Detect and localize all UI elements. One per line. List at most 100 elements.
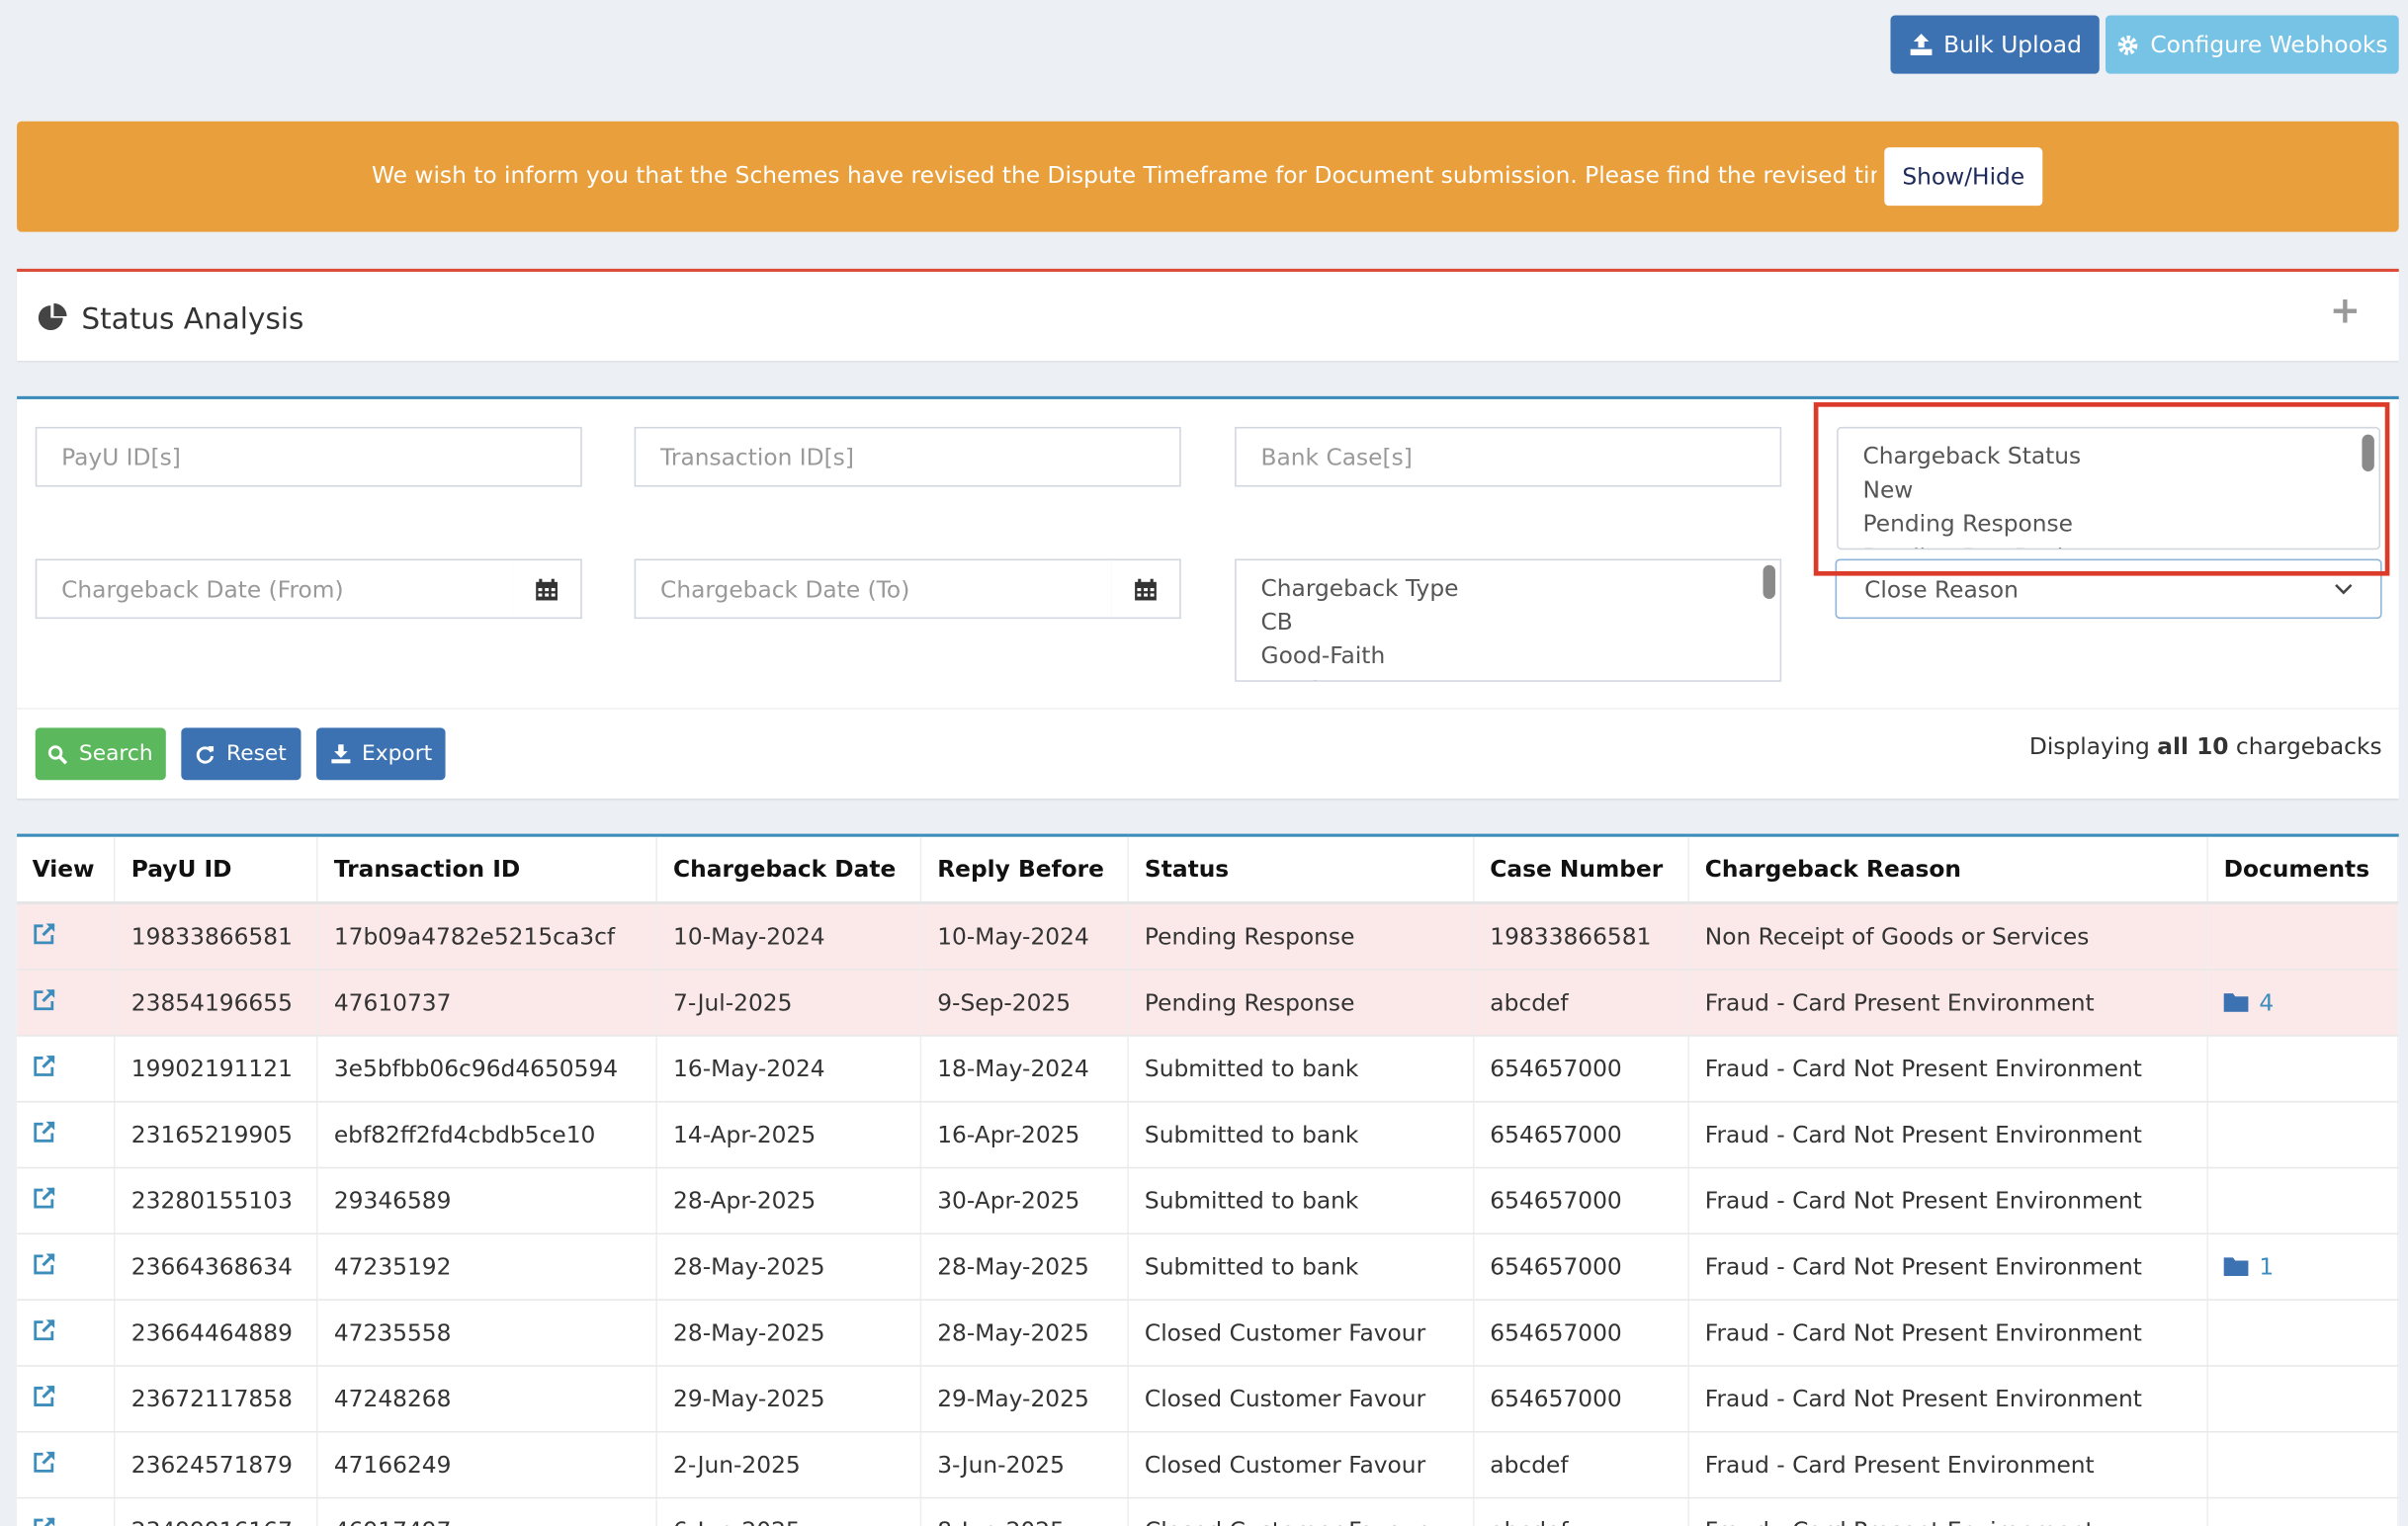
search-button[interactable]: Search <box>35 727 166 781</box>
cell-reply-before: 29-May-2025 <box>920 1365 1130 1433</box>
reset-label: Reset <box>226 741 287 767</box>
column-header[interactable]: Documents <box>2207 836 2399 905</box>
documents-count: 4 <box>2259 988 2275 1017</box>
column-header[interactable]: Status <box>1128 836 1475 905</box>
cell-case-number: 654657000 <box>1473 1300 1690 1367</box>
chargeback-type-select[interactable]: Chargeback Type CB Good-Faith Pre-Comp <box>1235 558 1782 682</box>
bank-cases-field[interactable] <box>1235 426 1782 487</box>
table-row: 23672117858 47248268 29-May-2025 29-May-202… <box>17 1365 2399 1433</box>
cell-status: Pending Response <box>1128 902 1475 971</box>
cell-status: Closed Customer Favour <box>1128 1365 1475 1433</box>
chargeback-type-option[interactable]: CB <box>1261 605 1756 638</box>
transaction-ids-field[interactable] <box>634 426 1181 487</box>
cell-cb-date: 29-May-2025 <box>656 1365 922 1433</box>
external-link-icon <box>34 1187 55 1209</box>
date-to-calendar-button[interactable] <box>1111 558 1181 620</box>
view-cell[interactable] <box>17 1431 117 1499</box>
cell-reply-before: 10-May-2024 <box>920 902 1130 971</box>
column-header[interactable]: Transaction ID <box>317 836 658 905</box>
chargeback-type-option[interactable]: Pre-Comp <box>1261 672 1756 681</box>
view-cell[interactable] <box>17 1365 117 1433</box>
chargeback-type-option[interactable]: Chargeback Type <box>1261 571 1756 605</box>
date-to-input[interactable] <box>656 573 1091 605</box>
documents-cell[interactable]: 4 <box>2207 970 2399 1037</box>
cell-status: Closed Customer Favour <box>1128 1300 1475 1367</box>
bulk-upload-button[interactable]: Bulk Upload <box>1890 15 2100 74</box>
cell-status: Pending Response <box>1128 970 1475 1037</box>
column-header[interactable]: Chargeback Date <box>656 836 922 905</box>
result-count-prefix: Displaying <box>2028 732 2158 761</box>
table-row: 19902191121 3e5bfbb06c96d4650594 16-May-20… <box>17 1035 2399 1103</box>
date-from-input[interactable] <box>58 573 492 605</box>
show-hide-button[interactable]: Show/Hide <box>1884 147 2043 207</box>
cell-reason: Non Receipt of Goods or Services <box>1688 902 2209 971</box>
view-cell[interactable] <box>17 1300 117 1367</box>
view-cell[interactable] <box>17 1167 117 1235</box>
cell-reply-before: 28-May-2025 <box>920 1300 1130 1367</box>
external-link-icon <box>34 1517 55 1526</box>
bank-cases-input[interactable] <box>1257 441 1759 472</box>
notice-text: We wish to inform you that the Schemes h… <box>371 161 1877 190</box>
cell-payu-id: 23280155103 <box>115 1167 319 1235</box>
external-link-icon <box>34 988 55 1011</box>
cell-payu-id: 19833866581 <box>115 902 319 971</box>
documents-cell[interactable] <box>2207 1300 2399 1367</box>
documents-link[interactable]: 1 <box>2223 1252 2275 1281</box>
view-cell[interactable] <box>17 1101 117 1169</box>
cell-reply-before: 30-Apr-2025 <box>920 1167 1130 1235</box>
documents-cell[interactable] <box>2207 1497 2399 1526</box>
date-from-field[interactable] <box>35 558 515 620</box>
column-header[interactable]: View <box>17 836 117 905</box>
cell-case-number: 19833866581 <box>1473 902 1690 971</box>
transaction-ids-input[interactable] <box>656 441 1159 472</box>
view-cell[interactable] <box>17 970 117 1037</box>
view-cell[interactable] <box>17 1035 117 1103</box>
documents-count: 1 <box>2259 1252 2275 1281</box>
show-hide-label: Show/Hide <box>1902 162 2025 191</box>
calendar-icon <box>1135 577 1157 600</box>
date-from-calendar-button[interactable] <box>512 558 582 620</box>
export-label: Export <box>361 741 433 767</box>
column-header[interactable]: Case Number <box>1473 836 1690 905</box>
reset-button[interactable]: Reset <box>181 727 301 781</box>
column-header[interactable]: Reply Before <box>920 836 1130 905</box>
configure-webhooks-button[interactable]: Configure Webhooks <box>2105 15 2399 74</box>
view-cell[interactable] <box>17 1497 117 1526</box>
table-row: 23664464889 47235558 28-May-2025 28-May-202… <box>17 1300 2399 1367</box>
external-link-icon <box>34 1121 55 1143</box>
table-row: 23165219905 ebf82ff2fd4cbdb5ce10 14-Apr-20… <box>17 1101 2399 1169</box>
cell-cb-date: 2-Jun-2025 <box>656 1431 922 1499</box>
cell-txn-id: 47610737 <box>317 970 658 1037</box>
cell-reason: Fraud - Card Not Present Environment <box>1688 1300 2209 1367</box>
documents-cell[interactable] <box>2207 1167 2399 1235</box>
cell-txn-id: 47248268 <box>317 1365 658 1433</box>
cell-cb-date: 16-May-2024 <box>656 1035 922 1103</box>
view-cell[interactable] <box>17 1233 117 1301</box>
cell-case-number: abcdef <box>1473 970 1690 1037</box>
view-cell[interactable] <box>17 902 117 971</box>
chargeback-type-option[interactable]: Good-Faith <box>1261 638 1756 672</box>
column-header[interactable]: Chargeback Reason <box>1688 836 2209 905</box>
payu-ids-input[interactable] <box>58 441 559 472</box>
documents-cell[interactable] <box>2207 1365 2399 1433</box>
payu-ids-field[interactable] <box>35 426 582 487</box>
documents-cell[interactable]: 1 <box>2207 1233 2399 1301</box>
chargeback-type-scrollbar[interactable] <box>1763 564 1775 599</box>
date-to-field[interactable] <box>634 558 1114 620</box>
documents-cell[interactable] <box>2207 1101 2399 1169</box>
documents-cell[interactable] <box>2207 1035 2399 1103</box>
documents-cell[interactable] <box>2207 1431 2399 1499</box>
cell-reply-before: 28-May-2025 <box>920 1233 1130 1301</box>
export-button[interactable]: Export <box>316 727 446 781</box>
external-link-icon <box>34 923 55 945</box>
cell-cb-date: 7-Jul-2025 <box>656 970 922 1037</box>
documents-link[interactable]: 4 <box>2223 988 2275 1017</box>
expand-icon[interactable]: + <box>2328 291 2362 330</box>
cell-payu-id: 19902191121 <box>115 1035 319 1103</box>
table-header-row: View PayU ID Transaction ID Chargeback D… <box>17 836 2399 905</box>
documents-cell[interactable] <box>2207 902 2399 971</box>
cell-payu-id: 23624571879 <box>115 1431 319 1499</box>
column-header[interactable]: PayU ID <box>115 836 319 905</box>
external-link-icon <box>34 1318 55 1341</box>
close-reason-value: Close Reason <box>1864 574 2019 603</box>
